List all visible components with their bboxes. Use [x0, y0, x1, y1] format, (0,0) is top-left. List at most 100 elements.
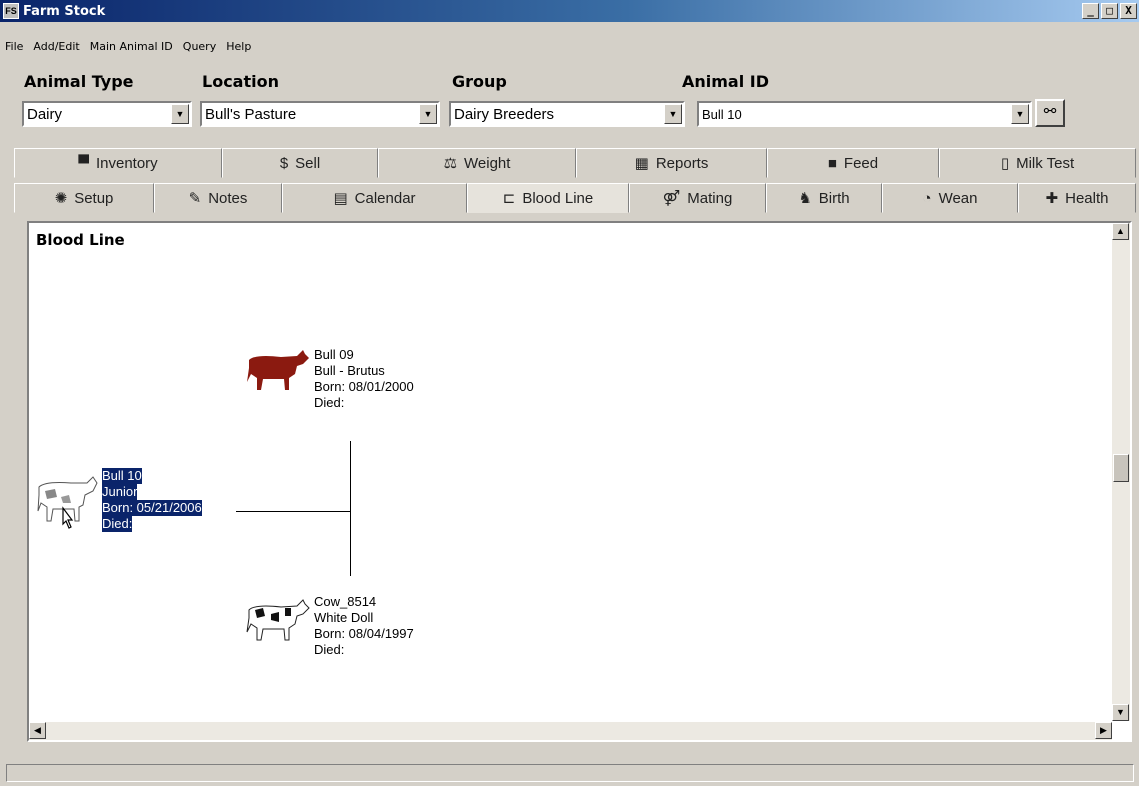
tab-label: Milk Test	[1016, 154, 1075, 172]
chevron-down-icon[interactable]: ▼	[1011, 104, 1029, 124]
menu-bar: File Add/Edit Main Animal ID Query Help	[0, 38, 256, 56]
wean-icon: ◔	[922, 189, 932, 207]
tab-weight[interactable]: ⚖ Weight	[378, 148, 576, 178]
tab-label: Weight	[464, 154, 511, 172]
chevron-down-icon[interactable]: ▼	[419, 104, 437, 124]
tab-label: Sell	[295, 154, 321, 172]
tab-label: Feed	[843, 154, 879, 172]
tab-sell[interactable]: $ Sell	[222, 148, 378, 178]
menu-query[interactable]: Query	[178, 38, 221, 56]
animal-id-value: Bull 10	[702, 106, 742, 122]
scroll-down-icon[interactable]: ▼	[1112, 704, 1129, 721]
sire-name: Bull - Brutus	[314, 363, 385, 378]
tab-wean[interactable]: ◔ Wean	[882, 183, 1018, 213]
cow-spotted-image	[246, 599, 310, 641]
tab-setup[interactable]: ✺ Setup	[14, 183, 154, 213]
tab-label: Health	[1065, 189, 1109, 207]
animal-type-label: Animal Type	[24, 72, 134, 91]
tab-calendar[interactable]: ▤ Calendar	[282, 183, 467, 213]
tab-notes[interactable]: ✎ Notes	[154, 183, 282, 213]
tab-row-bottom: ✺ Setup ✎ Notes ▤ Calendar ⊏ Blood Line ⚤ Mating ♞…	[14, 183, 1136, 213]
tab-label: Inventory	[95, 154, 158, 172]
dollar-icon: $	[279, 154, 289, 172]
group-select[interactable]: Dairy Breeders ▼	[449, 101, 685, 127]
binoculars-icon: ⚯	[1043, 103, 1057, 120]
tab-label: Setup	[74, 189, 114, 207]
mouse-cursor-icon	[62, 506, 74, 529]
tab-label: Calendar	[354, 189, 416, 207]
animal-id: Bull 10	[102, 468, 142, 484]
location-label: Location	[202, 72, 279, 91]
animal-type-select[interactable]: Dairy ▼	[22, 101, 192, 127]
tab-reports[interactable]: ▦ Reports	[576, 148, 767, 178]
location-select[interactable]: Bull's Pasture ▼	[200, 101, 440, 127]
reports-icon: ▦	[634, 155, 649, 172]
scroll-up-icon[interactable]: ▲	[1112, 223, 1129, 240]
find-animal-button[interactable]: ⚯	[1035, 99, 1065, 127]
calendar-icon: ▤	[333, 190, 348, 207]
sire-id: Bull 09	[314, 347, 354, 362]
feed-icon: ■	[827, 154, 837, 172]
scale-icon: ⚖	[443, 155, 458, 172]
notes-icon: ✎	[188, 190, 202, 207]
sire-info[interactable]: Bull 09 Bull - Brutus Born: 08/01/2000 D…	[314, 347, 414, 411]
chevron-down-icon[interactable]: ▼	[171, 104, 189, 124]
chevron-down-icon[interactable]: ▼	[664, 104, 682, 124]
tab-mating[interactable]: ⚤ Mating	[629, 183, 766, 213]
inventory-icon: ▀	[78, 154, 89, 172]
tab-label: Mating	[687, 189, 733, 207]
menu-file[interactable]: File	[0, 38, 28, 56]
menu-help[interactable]: Help	[221, 38, 256, 56]
dam-info[interactable]: Cow_8514 White Doll Born: 08/04/1997 Die…	[314, 594, 414, 658]
birth-icon: ♞	[798, 190, 812, 207]
bloodline-icon: ⊏	[502, 190, 516, 207]
dam-name: White Doll	[314, 610, 374, 625]
tree-connector	[350, 441, 351, 576]
animal-name: Junior	[102, 484, 138, 500]
vertical-scroll-thumb[interactable]	[1113, 454, 1129, 482]
sire-died: Died:	[314, 395, 345, 410]
tab-feed[interactable]: ■ Feed	[767, 148, 939, 178]
tab-birth[interactable]: ♞ Birth	[766, 183, 882, 213]
dam-born: Born: 08/04/1997	[314, 626, 414, 641]
title-bar: FS Farm Stock _ □ X	[0, 0, 1139, 22]
vertical-scrollbar[interactable]: ▲ ▼	[1112, 223, 1130, 721]
animal-died: Died:	[102, 516, 133, 532]
close-button[interactable]: X	[1120, 3, 1137, 19]
tab-milk-test[interactable]: ▯ Milk Test	[939, 148, 1136, 178]
animal-id-select[interactable]: Bull 10 ▼	[697, 101, 1032, 127]
group-value: Dairy Breeders	[454, 105, 555, 123]
tab-inventory[interactable]: ▀ Inventory	[14, 148, 222, 178]
tab-label: Notes	[208, 189, 248, 207]
menu-main-animal-id[interactable]: Main Animal ID	[85, 38, 178, 56]
scroll-right-icon[interactable]: ▶	[1095, 722, 1112, 739]
menu-add-edit[interactable]: Add/Edit	[28, 38, 84, 56]
animal-id-label: Animal ID	[682, 72, 770, 91]
tab-label: Birth	[818, 189, 850, 207]
animal-born: Born: 05/21/2006	[102, 500, 202, 516]
current-animal-info[interactable]: Bull 10 Junior Born: 05/21/2006 Died:	[102, 468, 202, 532]
tab-label: Wean	[938, 189, 978, 207]
tab-row-top: ▀ Inventory $ Sell ⚖ Weight ▦ Reports ■ Feed ▯ Milk…	[14, 148, 1136, 178]
milk-icon: ▯	[1000, 155, 1010, 172]
tab-label: Blood Line	[522, 189, 594, 207]
tab-label: Reports	[655, 154, 709, 172]
tab-blood-line[interactable]: ⊏ Blood Line	[467, 183, 629, 213]
minimize-button[interactable]: _	[1082, 3, 1099, 19]
setup-icon: ✺	[54, 190, 68, 207]
horizontal-scrollbar[interactable]: ◀ ▶	[29, 722, 1112, 740]
scroll-left-icon[interactable]: ◀	[29, 722, 46, 739]
tree-connector	[236, 511, 351, 512]
panel-title: Blood Line	[36, 231, 125, 249]
group-label: Group	[452, 72, 507, 91]
sire-born: Born: 08/01/2000	[314, 379, 414, 394]
app-icon: FS	[3, 3, 19, 19]
health-icon: ✚	[1045, 190, 1059, 207]
status-bar	[6, 764, 1134, 782]
tab-health[interactable]: ✚ Health	[1018, 183, 1136, 213]
mating-icon: ⚤	[662, 190, 681, 207]
animal-type-value: Dairy	[27, 105, 63, 123]
maximize-button[interactable]: □	[1101, 3, 1118, 19]
cow-red-image	[247, 350, 309, 390]
window-title: Farm Stock	[23, 3, 106, 19]
